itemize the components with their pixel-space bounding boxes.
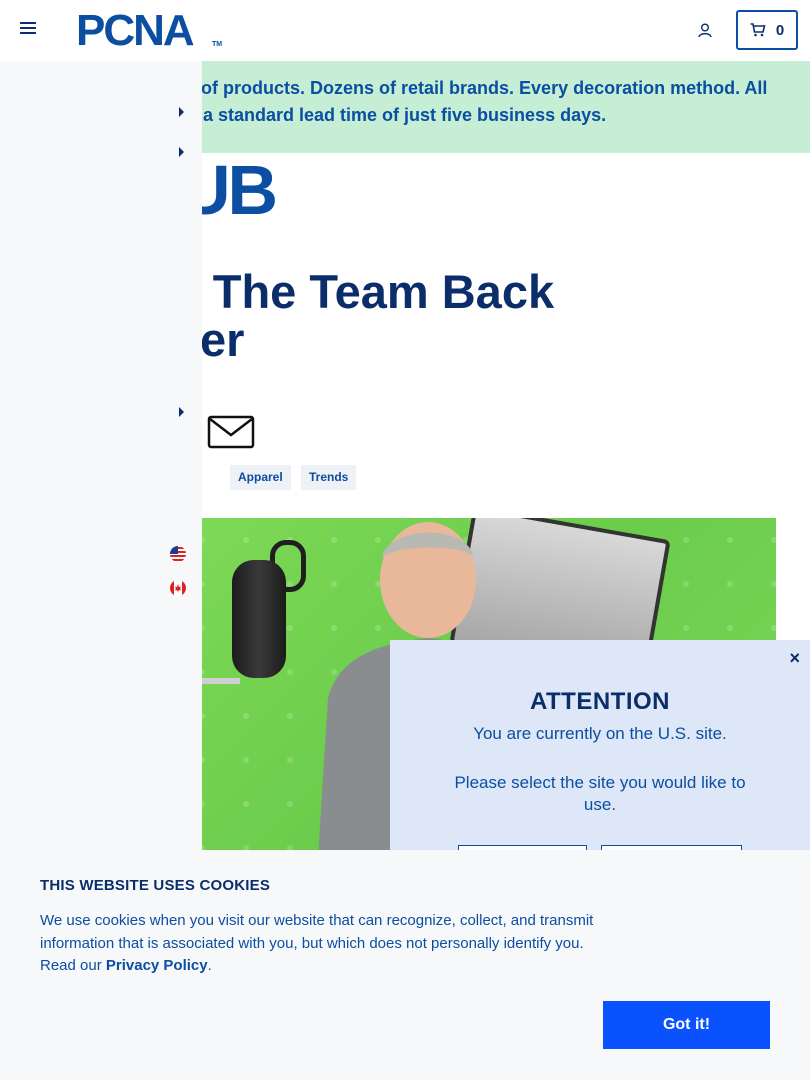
pcna-logo[interactable]: PCNA TM	[76, 9, 226, 53]
user-icon[interactable]	[697, 22, 713, 38]
cookie-text-end: .	[207, 957, 212, 974]
banner-text: ls of products. Dozens of retail brands.…	[181, 75, 801, 129]
cookie-title: THIS WEBSITE USES COOKIES	[40, 877, 271, 894]
email-share-icon[interactable]	[207, 415, 255, 449]
banner-line-2: th a standard lead time of just five bus…	[181, 105, 607, 125]
logo-trademark: TM	[212, 41, 223, 48]
privacy-policy-link[interactable]: Privacy Policy	[106, 957, 208, 974]
cart-count: 0	[775, 21, 785, 39]
canada-flag-icon[interactable]	[170, 580, 186, 596]
chevron-right-icon[interactable]	[179, 407, 184, 417]
banner-line-1: ls of products. Dozens of retail brands.…	[181, 78, 768, 98]
bluetooth-speaker	[232, 560, 286, 678]
got-it-button[interactable]: Got it!	[603, 1001, 770, 1049]
chevron-right-icon[interactable]	[179, 107, 184, 117]
cart-icon	[750, 23, 766, 37]
site-header: PCNA TM 0	[0, 0, 810, 60]
popup-current-site: You are currently on the U.S. site.	[473, 724, 727, 743]
chevron-right-icon[interactable]	[179, 147, 184, 157]
close-icon[interactable]: ×	[789, 648, 800, 669]
popup-instruction: Please select the site you would like to…	[454, 773, 746, 814]
cookie-text: We use cookies when you visit our websit…	[40, 910, 600, 978]
cart-button[interactable]: 0	[736, 10, 798, 50]
us-flag-icon[interactable]	[170, 546, 186, 562]
logo-text: PCNA	[76, 6, 195, 55]
tag-trends[interactable]: Trends	[301, 465, 357, 490]
hamburger-menu-icon[interactable]	[20, 22, 36, 36]
site-selector-popup: × ATTENTION You are currently on the U.S…	[390, 640, 810, 885]
cookie-banner: THIS WEBSITE USES COOKIES We use cookies…	[0, 850, 810, 1080]
tag-apparel[interactable]: Apparel	[230, 465, 291, 490]
popup-title: ATTENTION	[529, 688, 671, 715]
